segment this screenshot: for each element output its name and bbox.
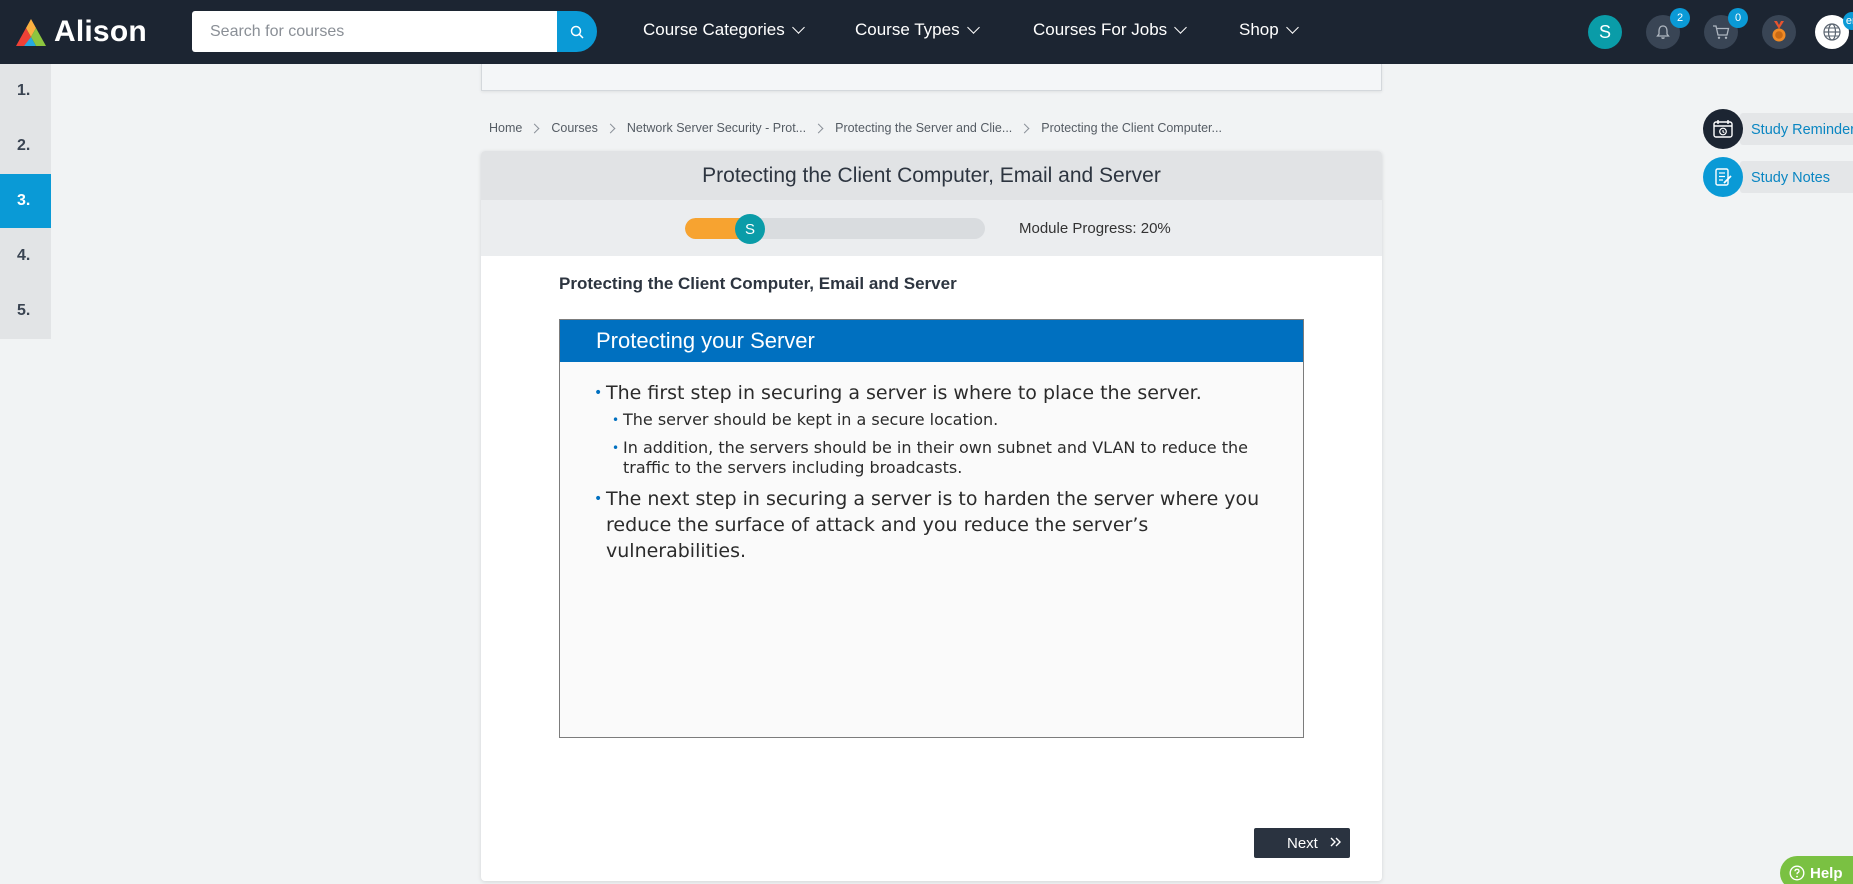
section-title: Protecting the Client Computer, Email an… <box>559 274 957 293</box>
cart-button[interactable]: 0 <box>1704 8 1748 49</box>
lesson-card: Protecting the Client Computer, Email an… <box>481 151 1382 881</box>
chevron-right-icon <box>1019 123 1030 133</box>
cart-icon <box>1713 25 1730 39</box>
notes-icon <box>1715 168 1732 186</box>
nav-courses-for-jobs[interactable]: Courses For Jobs <box>1033 20 1188 40</box>
bell-icon <box>1656 25 1670 39</box>
cart-badge: 0 <box>1728 8 1748 28</box>
nav-course-categories[interactable]: Course Categories <box>643 20 805 40</box>
chevron-down-icon <box>791 21 805 34</box>
lesson-slide: Protecting your Server The first step in… <box>559 319 1304 738</box>
module-item-2[interactable]: 2. <box>0 119 51 173</box>
next-button[interactable]: Next <box>1254 828 1350 858</box>
module-nav-rail: 1. 2. 3. 4. 5. <box>0 64 51 339</box>
chevron-right-icon <box>813 123 824 133</box>
next-button-label: Next <box>1287 834 1318 852</box>
slide-sub-bullet: In addition, the servers should be in th… <box>596 438 1256 478</box>
medal-icon <box>1772 21 1786 42</box>
slide-heading: Protecting your Server <box>560 320 1303 362</box>
notifications-badge: 2 <box>1670 8 1690 28</box>
breadcrumb-home[interactable]: Home <box>489 121 522 135</box>
top-panel <box>481 64 1382 91</box>
alison-logo-icon <box>16 19 46 46</box>
user-avatar[interactable]: S <box>1588 15 1622 49</box>
search-bar <box>192 11 597 52</box>
search-icon <box>570 25 584 39</box>
slide-sub-bullet: The server should be kept in a secure lo… <box>596 410 1256 430</box>
chevron-down-icon <box>966 21 980 34</box>
module-item-5[interactable]: 5. <box>0 284 51 338</box>
breadcrumb-topic[interactable]: Protecting the Client Computer... <box>1041 121 1222 135</box>
achievements-button[interactable] <box>1762 15 1796 49</box>
top-navbar: Alison Course Categories Course Types Co… <box>0 0 1853 64</box>
notifications-button[interactable]: 2 <box>1646 8 1690 49</box>
chevron-right-icon <box>605 123 616 133</box>
slide-bullet: The first step in securing a server is w… <box>594 380 1276 406</box>
module-item-3[interactable]: 3. <box>0 174 51 228</box>
nav-course-categories-label: Course Categories <box>643 20 785 39</box>
progress-track <box>685 218 985 239</box>
search-input[interactable] <box>192 11 557 52</box>
nav-course-types[interactable]: Course Types <box>855 20 980 40</box>
module-title: Protecting the Client Computer, Email an… <box>481 151 1382 200</box>
language-button[interactable]: en <box>1815 12 1853 49</box>
study-notes-label[interactable]: Study Notes <box>1751 170 1830 186</box>
breadcrumb-courses[interactable]: Courses <box>551 121 598 135</box>
calendar-clock-icon <box>1713 120 1733 138</box>
breadcrumb: Home Courses Network Server Security - P… <box>489 121 1222 135</box>
module-item-1[interactable]: 1. <box>0 64 51 118</box>
help-button[interactable]: Help <box>1780 856 1853 884</box>
double-chevron-right-icon <box>1330 837 1341 847</box>
breadcrumb-course[interactable]: Network Server Security - Prot... <box>627 121 806 135</box>
language-badge: en <box>1843 12 1853 30</box>
progress-avatar-letter: S <box>744 220 755 238</box>
study-reminders-button[interactable] <box>1703 109 1743 149</box>
module-item-4[interactable]: 4. <box>0 229 51 283</box>
breadcrumb-module[interactable]: Protecting the Server and Clie... <box>835 121 1012 135</box>
nav-courses-for-jobs-label: Courses For Jobs <box>1033 20 1168 39</box>
module-progress-row: S Module Progress: 20% <box>481 200 1382 256</box>
globe-icon <box>1823 23 1841 41</box>
question-circle-icon <box>1789 865 1805 881</box>
search-button[interactable] <box>557 11 597 52</box>
brand-name: Alison <box>54 15 147 48</box>
nav-shop-label: Shop <box>1239 20 1279 39</box>
nav-course-types-label: Course Types <box>855 20 960 39</box>
study-reminders-label[interactable]: Study Reminders <box>1751 122 1853 138</box>
slide-body: The first step in securing a server is w… <box>560 362 1303 564</box>
chevron-down-icon <box>1174 21 1188 34</box>
study-notes-button[interactable] <box>1703 157 1743 197</box>
avatar-letter: S <box>1598 21 1611 42</box>
nav-shop[interactable]: Shop <box>1239 20 1299 40</box>
chevron-down-icon <box>1285 21 1299 34</box>
help-label: Help <box>1810 864 1843 882</box>
progress-avatar: S <box>735 214 765 244</box>
alison-logo[interactable]: Alison <box>12 15 147 49</box>
module-progress-label: Module Progress: 20% <box>1019 220 1171 237</box>
chevron-right-icon <box>529 123 540 133</box>
slide-bullet: The next step in securing a server is to… <box>594 486 1276 564</box>
